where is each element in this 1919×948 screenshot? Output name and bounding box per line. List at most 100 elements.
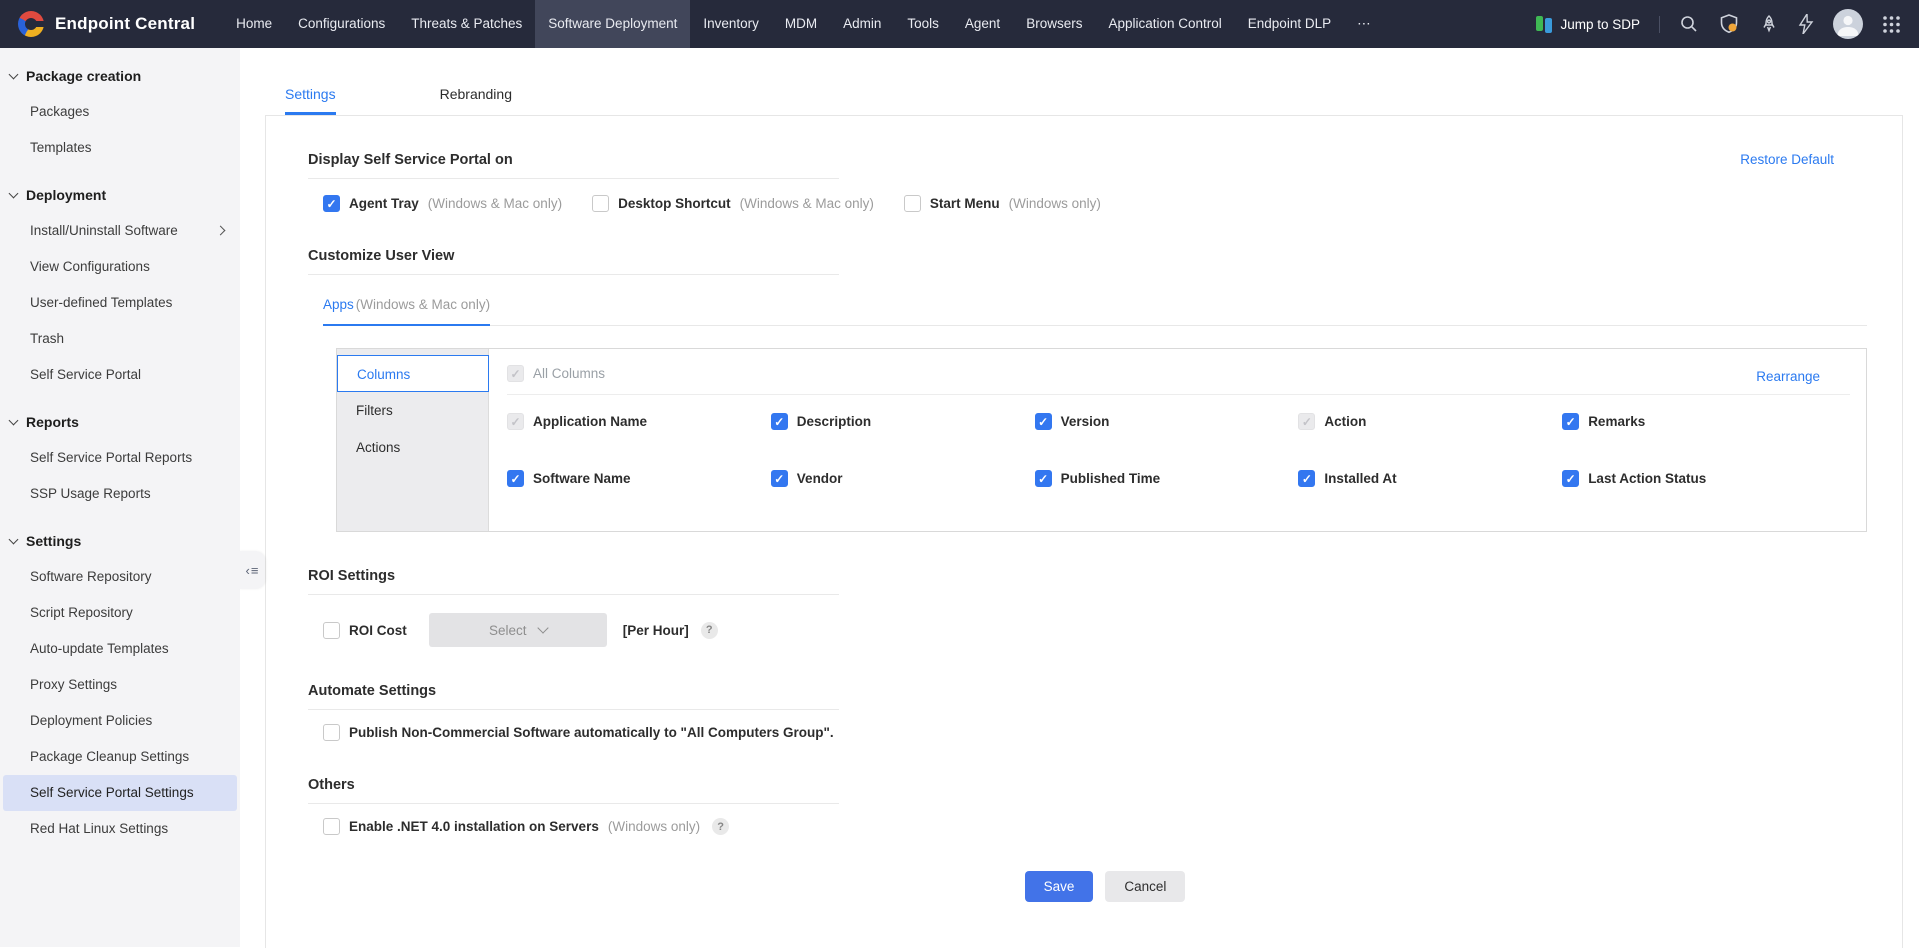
sidebar-item-software-repository[interactable]: Software Repository — [0, 559, 240, 595]
nav-item-admin[interactable]: Admin — [830, 0, 894, 48]
sidebar-item-user-defined-templates[interactable]: User-defined Templates — [0, 285, 240, 321]
user-avatar[interactable] — [1833, 9, 1863, 39]
sidebar-collapse-toggle[interactable]: ‹≡ — [239, 551, 265, 589]
panel-tab-columns[interactable]: Columns — [337, 355, 489, 392]
roi-cost-label: ROI Cost — [349, 623, 407, 638]
published-time-checkbox[interactable] — [1035, 470, 1052, 487]
sidebar-item-install-uninstall-software[interactable]: Install/Uninstall Software — [0, 213, 240, 249]
option-start-menu[interactable]: Start Menu(Windows only) — [904, 195, 1101, 212]
cancel-button[interactable]: Cancel — [1105, 871, 1185, 902]
agent-tray-checkbox[interactable] — [323, 195, 340, 212]
rocket-icon[interactable] — [1759, 14, 1779, 34]
vendor-checkbox[interactable] — [771, 470, 788, 487]
nav-item-mdm[interactable]: MDM — [772, 0, 830, 48]
rearrange-link[interactable]: Rearrange — [1756, 369, 1820, 384]
roi-cost-select[interactable]: Select — [429, 613, 607, 647]
sidebar-item-auto-update-templates[interactable]: Auto-update Templates — [0, 631, 240, 667]
sidebar-item-label: Self Service Portal — [30, 367, 141, 382]
sidebar-section-title-reports[interactable]: Reports — [0, 404, 240, 440]
option-publish-noncommercial[interactable]: Publish Non-Commercial Software automati… — [323, 724, 834, 741]
section-title-customize: Customize User View — [308, 248, 839, 275]
nav-item-tools[interactable]: Tools — [894, 0, 952, 48]
panel-body: All Columns Rearrange Application NameDe… — [489, 349, 1866, 531]
section-title-automate: Automate Settings — [308, 683, 839, 710]
sidebar-section-label: Package creation — [26, 68, 141, 84]
sidebar-item-templates[interactable]: Templates — [0, 130, 240, 166]
chevron-down-icon — [537, 622, 548, 633]
option-roi-cost[interactable]: ROI Cost — [323, 622, 407, 639]
save-button[interactable]: Save — [1025, 871, 1094, 902]
brand[interactable]: Endpoint Central — [0, 11, 223, 37]
enable-dotnet-checkbox[interactable] — [323, 818, 340, 835]
sidebar-item-red-hat-linux-settings[interactable]: Red Hat Linux Settings — [0, 811, 240, 847]
software-name-checkbox[interactable] — [507, 470, 524, 487]
panel-tab-filters[interactable]: Filters — [337, 392, 488, 429]
column-option-version[interactable]: Version — [1035, 413, 1299, 430]
sidebar-item-ssp-usage-reports[interactable]: SSP Usage Reports — [0, 476, 240, 512]
column-option-published-time[interactable]: Published Time — [1035, 470, 1299, 487]
sidebar-item-deployment-policies[interactable]: Deployment Policies — [0, 703, 240, 739]
nav-item-more[interactable]: ⋯ — [1344, 0, 1384, 48]
nav-item-application-control[interactable]: Application Control — [1095, 0, 1234, 48]
nav-item-software-deployment[interactable]: Software Deployment — [535, 0, 690, 48]
option-agent-tray[interactable]: Agent Tray(Windows & Mac only) — [323, 195, 562, 212]
version-checkbox[interactable] — [1035, 413, 1052, 430]
nav-item-browsers[interactable]: Browsers — [1013, 0, 1095, 48]
roi-cost-checkbox[interactable] — [323, 622, 340, 639]
sidebar-item-script-repository[interactable]: Script Repository — [0, 595, 240, 631]
search-icon[interactable] — [1679, 14, 1699, 34]
nav-item-threats-patches[interactable]: Threats & Patches — [398, 0, 535, 48]
chevron-left-icon: ‹ — [246, 563, 250, 578]
column-option-vendor[interactable]: Vendor — [771, 470, 1035, 487]
nav-item-configurations[interactable]: Configurations — [285, 0, 398, 48]
dotnet-help-icon[interactable]: ? — [712, 818, 729, 835]
last-action-status-checkbox[interactable] — [1562, 470, 1579, 487]
desktop-shortcut-checkbox[interactable] — [592, 195, 609, 212]
publish-noncommercial-checkbox[interactable] — [323, 724, 340, 741]
sidebar-item-package-cleanup-settings[interactable]: Package Cleanup Settings — [0, 739, 240, 775]
description-checkbox[interactable] — [771, 413, 788, 430]
jump-to-sdp-button[interactable]: Jump to SDP — [1536, 16, 1640, 33]
panel-tab-actions[interactable]: Actions — [337, 429, 488, 466]
column-option-description[interactable]: Description — [771, 413, 1035, 430]
sidebar-section-title-package-creation[interactable]: Package creation — [0, 58, 240, 94]
installed-at-checkbox[interactable] — [1298, 470, 1315, 487]
sidebar-section-title-deployment[interactable]: Deployment — [0, 177, 240, 213]
nav-item-agent[interactable]: Agent — [952, 0, 1013, 48]
option-enable-dotnet[interactable]: Enable .NET 4.0 installation on Servers … — [323, 818, 700, 835]
tab-settings[interactable]: Settings — [285, 86, 336, 115]
per-hour-label: [Per Hour] — [623, 623, 689, 638]
sidebar-item-self-service-portal-reports[interactable]: Self Service Portal Reports — [0, 440, 240, 476]
sidebar-section-settings: SettingsSoftware RepositoryScript Reposi… — [0, 523, 240, 847]
sidebar-item-label: Red Hat Linux Settings — [30, 821, 168, 836]
remarks-checkbox[interactable] — [1562, 413, 1579, 430]
all-columns-option: All Columns — [507, 365, 1866, 382]
flash-icon[interactable] — [1798, 14, 1814, 34]
start-menu-checkbox[interactable] — [904, 195, 921, 212]
sidebar-item-view-configurations[interactable]: View Configurations — [0, 249, 240, 285]
shield-alert-icon[interactable] — [1718, 13, 1740, 35]
sidebar-item-proxy-settings[interactable]: Proxy Settings — [0, 667, 240, 703]
others-row: Enable .NET 4.0 installation on Servers … — [323, 818, 1902, 835]
column-option-software-name[interactable]: Software Name — [507, 470, 771, 487]
option-desktop-shortcut[interactable]: Desktop Shortcut(Windows & Mac only) — [592, 195, 874, 212]
app-grid-icon[interactable] — [1882, 15, 1901, 34]
tab-apps[interactable]: Apps (Windows & Mac only) — [323, 297, 490, 326]
roi-help-icon[interactable]: ? — [701, 622, 718, 639]
nav-item-home[interactable]: Home — [223, 0, 285, 48]
column-option-installed-at[interactable]: Installed At — [1298, 470, 1562, 487]
column-option-last-action-status[interactable]: Last Action Status — [1562, 470, 1826, 487]
footer-actions: Save Cancel — [308, 871, 1902, 902]
nav-item-endpoint-dlp[interactable]: Endpoint DLP — [1235, 0, 1344, 48]
restore-default-link[interactable]: Restore Default — [1740, 152, 1834, 167]
sidebar-section-title-settings[interactable]: Settings — [0, 523, 240, 559]
sidebar-item-trash[interactable]: Trash — [0, 321, 240, 357]
nav-item-inventory[interactable]: Inventory — [690, 0, 772, 48]
sidebar-item-label: Auto-update Templates — [30, 641, 169, 656]
sidebar-item-self-service-portal-settings[interactable]: Self Service Portal Settings — [3, 775, 237, 811]
sidebar-item-packages[interactable]: Packages — [0, 94, 240, 130]
sidebar-item-self-service-portal[interactable]: Self Service Portal — [0, 357, 240, 393]
column-option-remarks[interactable]: Remarks — [1562, 413, 1826, 430]
navbar-right: Jump to SDP — [1536, 9, 1919, 39]
tab-rebranding[interactable]: Rebranding — [440, 86, 512, 115]
